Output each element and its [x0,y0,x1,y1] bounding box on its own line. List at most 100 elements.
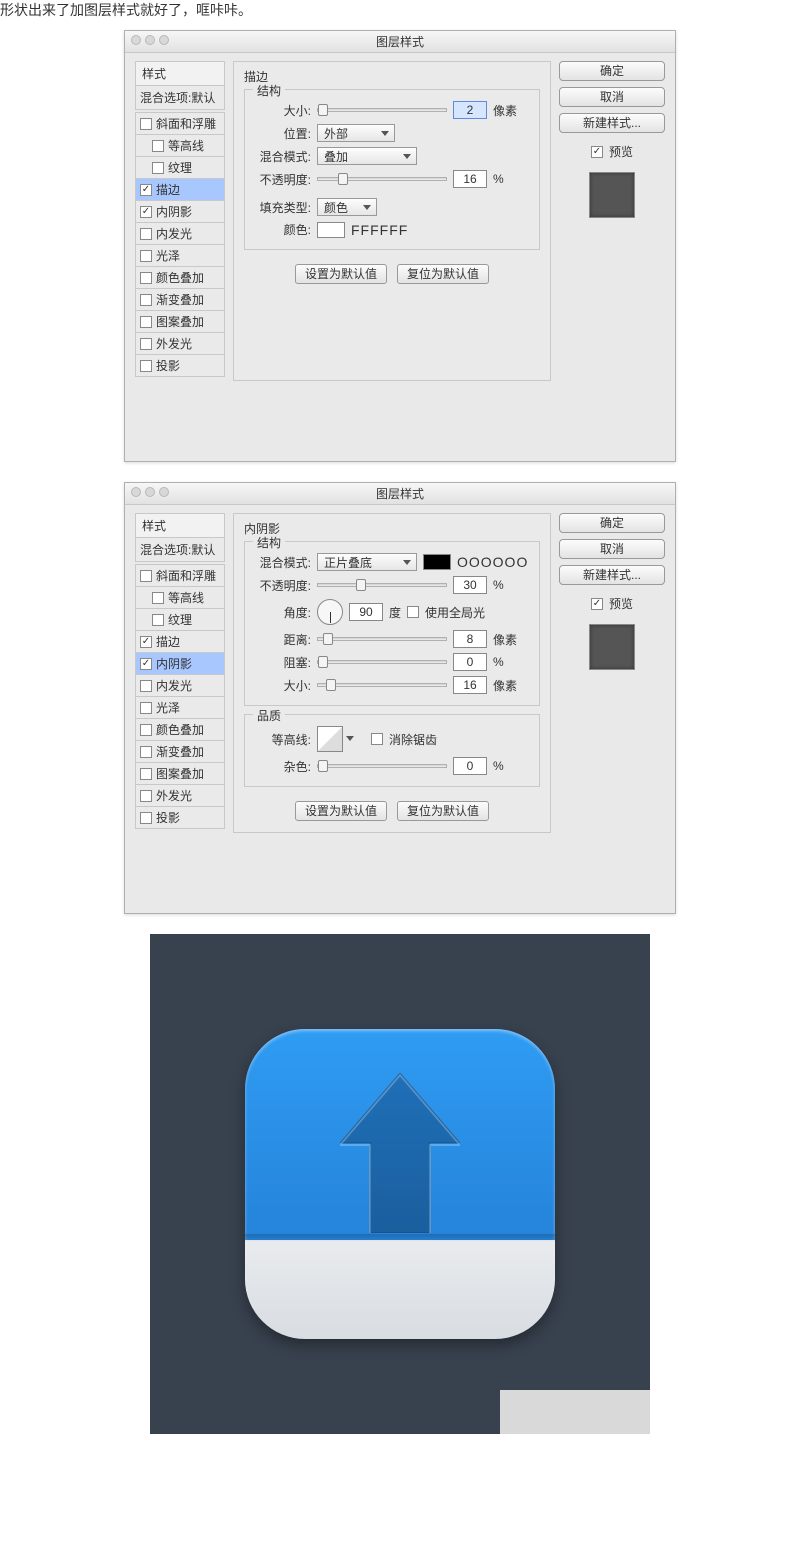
size-input[interactable]: 16 [453,676,487,694]
style-checkbox[interactable] [140,636,152,648]
ok-button[interactable]: 确定 [559,513,665,533]
style-item-外发光[interactable]: 外发光 [135,333,225,355]
window-minimize-icon[interactable] [145,35,155,45]
style-item-投影[interactable]: 投影 [135,355,225,377]
position-select[interactable]: 外部 [317,124,395,142]
style-item-纹理[interactable]: 纹理 [135,609,225,631]
section-title: 内阴影 [244,520,540,537]
style-item-纹理[interactable]: 纹理 [135,157,225,179]
style-checkbox[interactable] [152,140,164,152]
style-item-内发光[interactable]: 内发光 [135,675,225,697]
style-item-渐变叠加[interactable]: 渐变叠加 [135,289,225,311]
choke-slider[interactable] [317,660,447,664]
style-checkbox[interactable] [152,162,164,174]
preview-checkbox[interactable] [591,598,603,610]
opacity-slider[interactable] [317,177,447,181]
new-style-button[interactable]: 新建样式... [559,113,665,133]
section-title: 描边 [244,68,540,85]
style-item-斜面和浮雕[interactable]: 斜面和浮雕 [135,112,225,135]
blend-mode-select[interactable]: 叠加 [317,147,417,165]
blending-options-item[interactable]: 混合选项:默认 [135,86,225,110]
size-slider[interactable] [317,683,447,687]
blend-mode-select[interactable]: 正片叠底 [317,553,417,571]
style-checkbox[interactable] [140,746,152,758]
style-checkbox[interactable] [140,316,152,328]
noise-slider[interactable] [317,764,447,768]
style-item-光泽[interactable]: 光泽 [135,245,225,267]
style-item-颜色叠加[interactable]: 颜色叠加 [135,719,225,741]
new-style-button[interactable]: 新建样式... [559,565,665,585]
style-checkbox[interactable] [140,294,152,306]
style-checkbox[interactable] [140,338,152,350]
window-close-icon[interactable] [131,487,141,497]
style-checkbox[interactable] [152,592,164,604]
style-item-内阴影[interactable]: 内阴影 [135,201,225,223]
opacity-slider[interactable] [317,583,447,587]
style-checkbox[interactable] [140,658,152,670]
style-item-外发光[interactable]: 外发光 [135,785,225,807]
size-slider[interactable] [317,108,447,112]
shadow-color-swatch[interactable] [423,554,451,570]
style-checkbox[interactable] [140,768,152,780]
result-artboard [150,934,650,1434]
style-item-等高线[interactable]: 等高线 [135,587,225,609]
style-checkbox[interactable] [140,790,152,802]
reset-default-button[interactable]: 复位为默认值 [397,264,489,284]
style-checkbox[interactable] [140,724,152,736]
distance-slider[interactable] [317,637,447,641]
style-checkbox[interactable] [140,184,152,196]
antialias-checkbox[interactable] [371,733,383,745]
style-item-图案叠加[interactable]: 图案叠加 [135,763,225,785]
window-minimize-icon[interactable] [145,487,155,497]
cancel-button[interactable]: 取消 [559,539,665,559]
global-light-checkbox[interactable] [407,606,419,618]
style-item-颜色叠加[interactable]: 颜色叠加 [135,267,225,289]
style-item-描边[interactable]: 描边 [135,179,225,201]
global-light-label: 使用全局光 [425,604,485,621]
style-item-图案叠加[interactable]: 图案叠加 [135,311,225,333]
angle-input[interactable]: 90 [349,603,383,621]
window-zoom-icon[interactable] [159,487,169,497]
style-checkbox[interactable] [140,272,152,284]
choke-input[interactable]: 0 [453,653,487,671]
style-item-投影[interactable]: 投影 [135,807,225,829]
reset-default-button[interactable]: 复位为默认值 [397,801,489,821]
style-checkbox[interactable] [140,228,152,240]
preview-checkbox[interactable] [591,146,603,158]
opacity-input[interactable]: 30 [453,576,487,594]
styles-header[interactable]: 样式 [135,513,225,538]
style-checkbox[interactable] [140,702,152,714]
style-checkbox[interactable] [140,680,152,692]
style-checkbox[interactable] [152,614,164,626]
style-checkbox[interactable] [140,206,152,218]
distance-input[interactable]: 8 [453,630,487,648]
contour-picker[interactable] [317,726,343,752]
blending-options-item[interactable]: 混合选项:默认 [135,538,225,562]
style-item-内发光[interactable]: 内发光 [135,223,225,245]
style-checkbox[interactable] [140,570,152,582]
style-checkbox[interactable] [140,360,152,372]
color-swatch[interactable] [317,222,345,238]
make-default-button[interactable]: 设置为默认值 [295,801,387,821]
angle-dial[interactable] [317,599,343,625]
style-checkbox[interactable] [140,812,152,824]
style-checkbox[interactable] [140,118,152,130]
style-item-渐变叠加[interactable]: 渐变叠加 [135,741,225,763]
styles-header[interactable]: 样式 [135,61,225,86]
style-item-光泽[interactable]: 光泽 [135,697,225,719]
opacity-input[interactable]: 16 [453,170,487,188]
style-item-label: 图案叠加 [156,765,204,782]
cancel-button[interactable]: 取消 [559,87,665,107]
style-item-等高线[interactable]: 等高线 [135,135,225,157]
style-checkbox[interactable] [140,250,152,262]
ok-button[interactable]: 确定 [559,61,665,81]
window-zoom-icon[interactable] [159,35,169,45]
size-input[interactable]: 2 [453,101,487,119]
style-item-内阴影[interactable]: 内阴影 [135,653,225,675]
style-item-描边[interactable]: 描边 [135,631,225,653]
make-default-button[interactable]: 设置为默认值 [295,264,387,284]
window-close-icon[interactable] [131,35,141,45]
fill-type-select[interactable]: 颜色 [317,198,377,216]
style-item-斜面和浮雕[interactable]: 斜面和浮雕 [135,564,225,587]
noise-input[interactable]: 0 [453,757,487,775]
